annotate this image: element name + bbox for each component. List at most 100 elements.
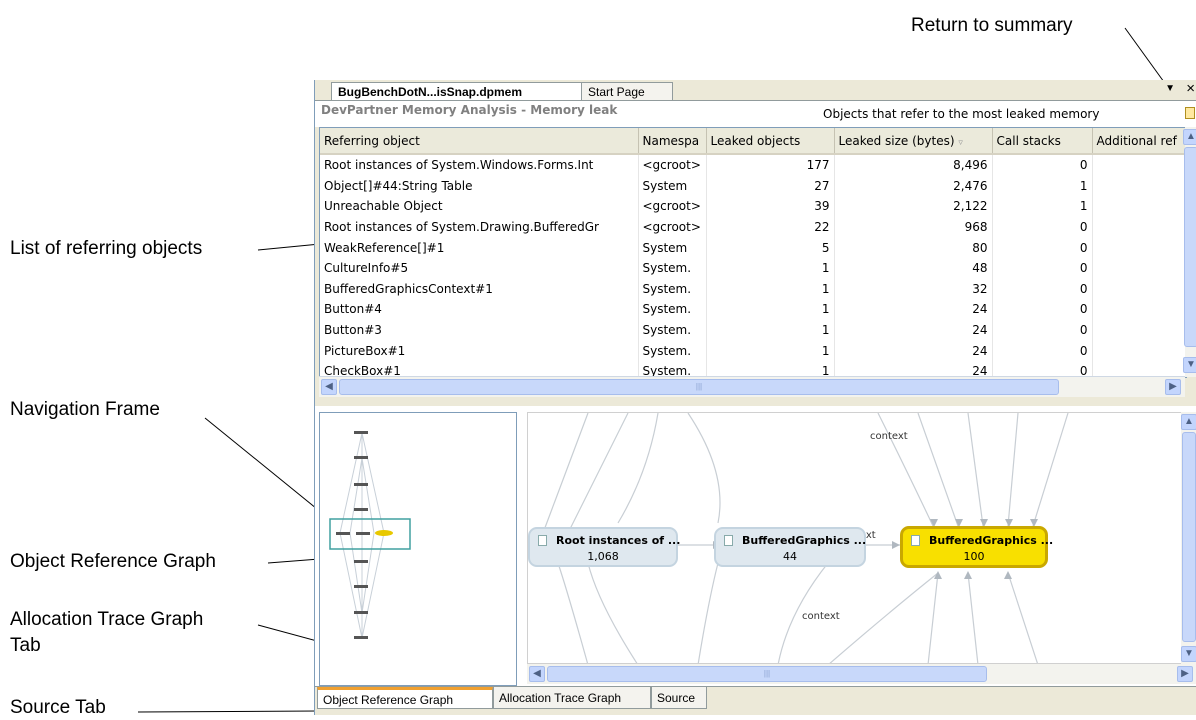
graph-horizontal-scrollbar[interactable]: ◀ ||| ▶ bbox=[527, 664, 1196, 684]
table-row[interactable]: Object[]#44:String Table System 27 2,476 1 bbox=[320, 175, 1186, 197]
table-row[interactable]: Root instances of System.Windows.Forms.I… bbox=[320, 154, 1186, 176]
table-cell bbox=[1092, 278, 1186, 300]
table-cell: 5 bbox=[706, 237, 835, 258]
graph-node-selected[interactable]: BufferedGraphics ... 100 bbox=[900, 526, 1053, 568]
table-cell: <gcroot> bbox=[638, 216, 707, 238]
table-row[interactable]: Button#3 System. 1 24 0 bbox=[320, 319, 1186, 341]
column-header-referring-object[interactable]: Referring object bbox=[320, 128, 639, 155]
scroll-right-button[interactable]: ▶ bbox=[1177, 666, 1193, 682]
table-cell: 48 bbox=[834, 257, 993, 279]
tab-object-reference-graph[interactable]: Object Reference Graph bbox=[317, 687, 493, 709]
referring-objects-grid: Referring object Namespa Leaked objects … bbox=[320, 128, 1186, 377]
column-header-leaked-objects[interactable]: Leaked objects bbox=[706, 128, 835, 155]
table-cell: 0 bbox=[992, 299, 1093, 320]
navigation-frame[interactable] bbox=[319, 412, 517, 686]
scroll-thumb-vertical[interactable] bbox=[1184, 147, 1196, 347]
object-reference-graph[interactable]: context context context Root instances o… bbox=[527, 412, 1182, 664]
table-cell: 0 bbox=[992, 237, 1093, 258]
table-cell: System. bbox=[638, 319, 707, 341]
column-header-leaked-size[interactable]: Leaked size (bytes) ▿ bbox=[834, 128, 993, 155]
table-row[interactable]: Unreachable Object <gcroot> 39 2,122 1 bbox=[320, 196, 1186, 217]
scroll-right-button[interactable]: ▶ bbox=[1165, 379, 1181, 395]
scroll-thumb-horizontal[interactable]: ||| bbox=[547, 666, 987, 682]
view-tabstrip: Object Reference Graph Allocation Trace … bbox=[315, 686, 1196, 715]
callout-return-to-summary: Return to summary bbox=[911, 15, 1073, 36]
close-icon[interactable]: × bbox=[1186, 80, 1195, 97]
edge-label: context bbox=[870, 431, 908, 442]
column-header-call-stacks[interactable]: Call stacks bbox=[992, 128, 1093, 155]
scroll-up-button[interactable]: ▲ bbox=[1181, 414, 1196, 430]
graph-node-value: 1,068 bbox=[587, 550, 619, 563]
table-cell: Button#3 bbox=[320, 319, 639, 341]
table-vertical-scrollbar[interactable]: ▲ ▼ bbox=[1183, 127, 1196, 377]
graph-node-title: Root instances of ... bbox=[556, 534, 681, 547]
callout-alloc-tab-line1: Allocation Trace Graph bbox=[10, 609, 204, 630]
table-cell: 24 bbox=[834, 319, 993, 341]
scroll-up-button[interactable]: ▲ bbox=[1183, 129, 1196, 145]
table-cell bbox=[1092, 340, 1186, 361]
table-cell bbox=[1092, 237, 1186, 258]
view-title: Objects that refer to the most leaked me… bbox=[823, 107, 1100, 121]
table-cell bbox=[1092, 257, 1186, 279]
table-row[interactable]: PictureBox#1 System. 1 24 0 bbox=[320, 340, 1186, 361]
object-icon bbox=[911, 535, 920, 546]
table-cell: 0 bbox=[992, 340, 1093, 361]
table-cell: Root instances of System.Windows.Forms.I… bbox=[320, 154, 639, 176]
graph-pane: context context context Root instances o… bbox=[315, 406, 1196, 686]
return-to-summary-icon[interactable] bbox=[1185, 107, 1195, 119]
table-row[interactable]: Button#4 System. 1 24 0 bbox=[320, 299, 1186, 320]
graph-node-title: BufferedGraphics ... bbox=[929, 534, 1054, 547]
table-cell: 2,476 bbox=[834, 175, 993, 197]
callout-list-referring: List of referring objects bbox=[10, 238, 203, 259]
table-cell: 0 bbox=[992, 216, 1093, 238]
scroll-thumb-vertical[interactable] bbox=[1182, 432, 1196, 642]
column-header-namespace[interactable]: Namespa bbox=[638, 128, 707, 155]
callout-alloc-tab-line2: Tab bbox=[10, 635, 41, 656]
tab-document-active[interactable]: BugBenchDotN...isSnap.dpmem bbox=[331, 82, 589, 100]
tab-allocation-trace-graph[interactable]: Allocation Trace Graph bbox=[493, 687, 651, 709]
analysis-header: DevPartner Memory Analysis - Memory leak… bbox=[315, 101, 1196, 127]
window-dropdown-icon[interactable]: ▼ bbox=[1165, 83, 1175, 94]
table-row[interactable]: CultureInfo#5 System. 1 48 0 bbox=[320, 257, 1186, 279]
table-cell: Unreachable Object bbox=[320, 196, 639, 217]
graph-node-buffered-graphics[interactable]: BufferedGraphics ... 44 bbox=[714, 527, 866, 567]
navigation-minimap bbox=[329, 431, 411, 639]
column-header-additional-ref[interactable]: Additional ref bbox=[1092, 128, 1186, 155]
table-cell: 1 bbox=[706, 299, 835, 320]
scroll-down-button[interactable]: ▼ bbox=[1181, 646, 1196, 662]
document-tabstrip: BugBenchDotN...isSnap.dpmem Start Page ▼… bbox=[315, 80, 1196, 101]
table-cell: <gcroot> bbox=[638, 196, 707, 217]
graph-node-value: 100 bbox=[963, 550, 985, 563]
scroll-thumb-horizontal[interactable]: ||| bbox=[339, 379, 1059, 395]
table-cell: System bbox=[638, 175, 707, 197]
table-row[interactable]: Root instances of System.Drawing.Buffere… bbox=[320, 216, 1186, 238]
tab-start-page[interactable]: Start Page bbox=[581, 82, 673, 100]
scroll-left-button[interactable]: ◀ bbox=[321, 379, 337, 395]
table-cell bbox=[1092, 216, 1186, 238]
tab-source[interactable]: Source bbox=[651, 687, 707, 709]
table-cell: 1 bbox=[706, 340, 835, 361]
table-cell: System. bbox=[638, 257, 707, 279]
table-cell: 80 bbox=[834, 237, 993, 258]
table-row[interactable]: BufferedGraphicsContext#1 System. 1 32 0 bbox=[320, 278, 1186, 300]
table-cell: 8,496 bbox=[834, 154, 993, 176]
table-cell: 0 bbox=[992, 154, 1093, 176]
referring-objects-table: Referring object Namespa Leaked objects … bbox=[319, 127, 1187, 378]
callout-navigation-frame: Navigation Frame bbox=[10, 399, 160, 420]
table-cell: BufferedGraphicsContext#1 bbox=[320, 278, 639, 300]
graph-vertical-scrollbar[interactable]: ▲ ▼ bbox=[1181, 412, 1196, 664]
table-cell: 1 bbox=[992, 175, 1093, 197]
callout-source-tab: Source Tab bbox=[10, 697, 106, 718]
edge-label: context bbox=[802, 611, 840, 622]
object-icon bbox=[724, 535, 733, 546]
graph-node-root-instances[interactable]: Root instances of ... 1,068 bbox=[528, 527, 681, 567]
table-horizontal-scrollbar[interactable]: ◀ ||| ▶ bbox=[319, 376, 1185, 397]
table-cell: 24 bbox=[834, 299, 993, 320]
table-row[interactable]: WeakReference[]#1 System 5 80 0 bbox=[320, 237, 1186, 258]
scroll-down-button[interactable]: ▼ bbox=[1183, 357, 1196, 373]
table-cell bbox=[1092, 299, 1186, 320]
table-cell: System bbox=[638, 237, 707, 258]
scroll-left-button[interactable]: ◀ bbox=[529, 666, 545, 682]
table-cell: Object[]#44:String Table bbox=[320, 175, 639, 197]
graph-node-value: 44 bbox=[783, 550, 797, 563]
